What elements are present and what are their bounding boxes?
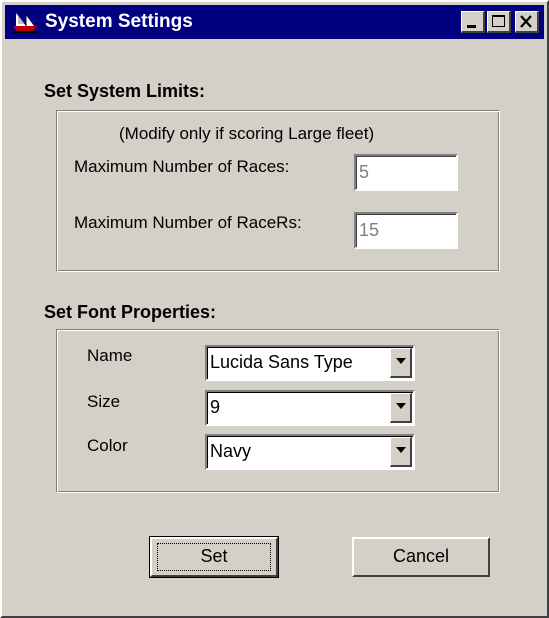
max-racers-field[interactable] bbox=[354, 212, 458, 249]
system-limits-label: Set System Limits: bbox=[44, 81, 206, 101]
font-name-value: Lucida Sans Type bbox=[210, 352, 353, 372]
chevron-down-icon bbox=[396, 358, 406, 364]
font-properties-group: Name Lucida Sans Type Size 9 Color Navy bbox=[56, 329, 500, 493]
font-size-dropdown[interactable]: 9 bbox=[205, 390, 415, 426]
font-size-dropdown-button[interactable] bbox=[390, 393, 412, 423]
font-name-dropdown[interactable]: Lucida Sans Type bbox=[205, 345, 415, 381]
chevron-down-icon bbox=[396, 403, 406, 409]
maximize-button[interactable] bbox=[487, 11, 511, 33]
font-name-label: Name bbox=[87, 346, 133, 365]
title-bar[interactable]: System Settings bbox=[5, 5, 544, 39]
large-fleet-hint: (Modify only if scoring Large fleet) bbox=[119, 124, 375, 143]
minimize-icon bbox=[467, 25, 476, 28]
minimize-button[interactable] bbox=[461, 11, 485, 33]
system-settings-window: System Settings Set System Limits: (Modi… bbox=[0, 0, 549, 618]
font-color-label: Color bbox=[87, 436, 128, 455]
cancel-button-label: Cancel bbox=[392, 546, 450, 566]
font-color-dropdown[interactable]: Navy bbox=[205, 434, 415, 470]
set-button[interactable]: Set bbox=[149, 536, 279, 578]
max-races-label: Maximum Number of Races: bbox=[74, 157, 290, 176]
cancel-button[interactable]: Cancel bbox=[352, 537, 490, 577]
font-size-label: Size bbox=[87, 392, 121, 411]
system-limits-group: (Modify only if scoring Large fleet) Max… bbox=[56, 110, 500, 272]
font-properties-label: Set Font Properties: bbox=[44, 302, 217, 322]
maximize-icon bbox=[492, 15, 505, 27]
focus-rectangle bbox=[157, 543, 271, 571]
close-button[interactable] bbox=[515, 11, 539, 33]
font-size-value: 9 bbox=[210, 397, 221, 417]
window-title: System Settings bbox=[45, 11, 193, 32]
chevron-down-icon bbox=[396, 447, 406, 453]
close-icon bbox=[520, 15, 532, 28]
max-racers-label: Maximum Number of RaceRs: bbox=[74, 213, 302, 232]
sailboat-icon[interactable] bbox=[12, 11, 38, 33]
max-races-field[interactable] bbox=[354, 154, 458, 191]
font-name-dropdown-button[interactable] bbox=[390, 348, 412, 378]
font-color-dropdown-button[interactable] bbox=[390, 437, 412, 467]
font-color-value: Navy bbox=[210, 441, 252, 461]
